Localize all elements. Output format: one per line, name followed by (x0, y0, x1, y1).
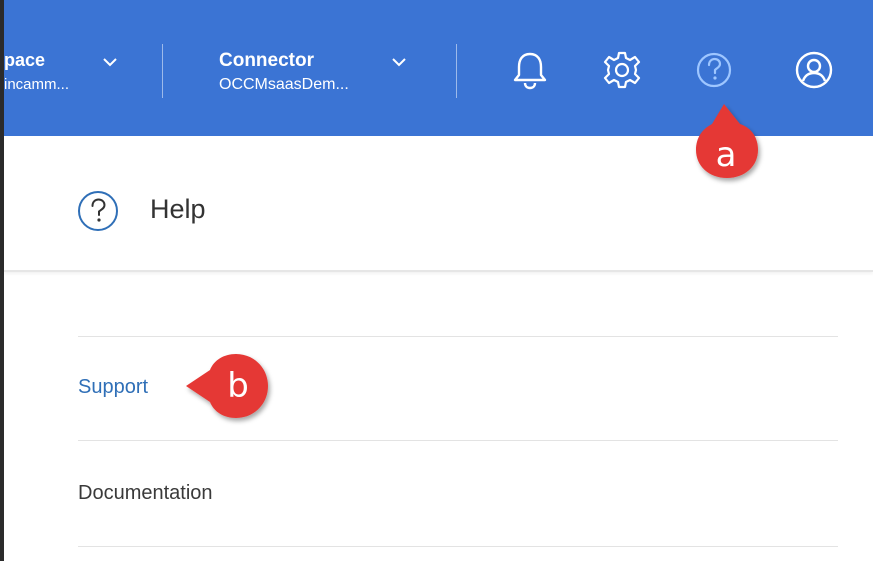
bell-icon[interactable] (508, 48, 552, 92)
workspace-chevron-down-icon[interactable] (101, 56, 119, 68)
workspace-title: pace (4, 50, 46, 70)
callout-b-label: b (227, 366, 249, 406)
support-link[interactable]: Support (78, 376, 148, 399)
connector-title: Connector (219, 50, 314, 71)
header-divider (456, 44, 457, 98)
menu-divider (78, 336, 838, 337)
callout-a-label: a (715, 135, 737, 175)
panel-title: Help (150, 194, 206, 224)
workspace-subtitle: incamm... (4, 76, 70, 93)
header-divider (162, 44, 163, 98)
gear-icon[interactable] (600, 48, 644, 92)
menu-divider (78, 546, 838, 547)
documentation-link[interactable]: Documentation (78, 482, 213, 505)
screenshot-frame: pace incamm... Connector OCCMsaasDem... (0, 0, 873, 561)
help-circle-icon (78, 191, 118, 231)
menu-divider (78, 440, 838, 441)
user-circle-icon[interactable] (792, 48, 836, 92)
help-circle-icon[interactable] (692, 48, 736, 92)
connector-chevron-down-icon[interactable] (390, 56, 408, 68)
connector-subtitle: OCCMsaasDem... (219, 76, 349, 93)
